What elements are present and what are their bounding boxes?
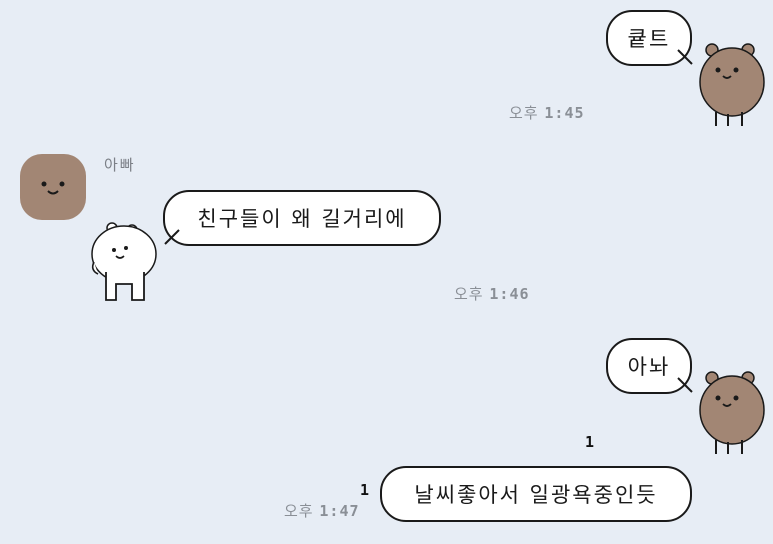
- bubble-tail-icon: [677, 49, 693, 65]
- message-bubble-2[interactable]: 친구들이 왜 길거리에: [163, 190, 441, 246]
- message-bubble-4[interactable]: 날씨좋아서 일광욕중인듯: [380, 466, 692, 522]
- timestamp-1: 오후 1:45: [509, 104, 585, 122]
- dad-avatar[interactable]: [20, 154, 86, 220]
- timestamp-3: 오후 1:47: [284, 502, 360, 520]
- message-text: 친구들이 왜 길거리에: [197, 207, 407, 231]
- bubble-tail-icon: [164, 229, 180, 245]
- brown-bear-icon[interactable]: [696, 370, 768, 456]
- message-text: 아놔: [627, 355, 671, 379]
- read-count: 1: [585, 433, 595, 451]
- read-count: 1: [360, 481, 370, 499]
- timestamp-2: 오후 1:46: [454, 285, 530, 303]
- sender-name: 아빠: [104, 156, 136, 174]
- message-text: 큩트: [627, 27, 671, 51]
- message-text: 날씨좋아서 일광욕중인듯: [414, 483, 658, 507]
- brown-bear-icon[interactable]: [696, 42, 768, 128]
- brown-face-icon: [41, 181, 65, 195]
- bubble-tail-icon: [677, 377, 693, 393]
- white-bear-icon: [88, 222, 162, 308]
